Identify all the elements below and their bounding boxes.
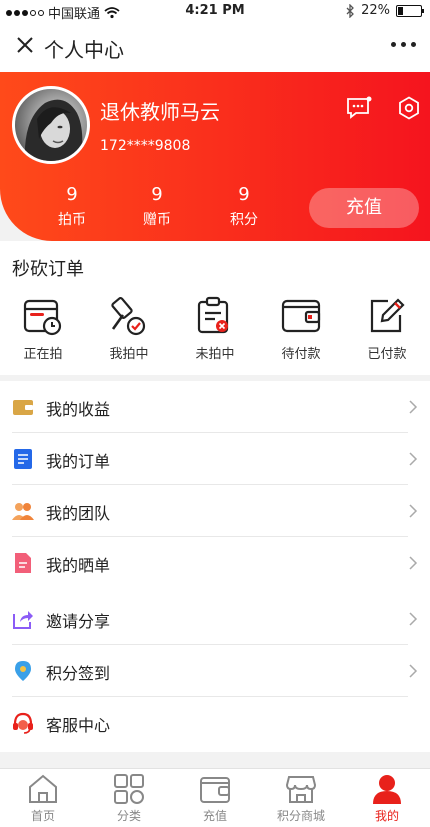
battery-icon: [396, 4, 424, 17]
menu-item-support[interactable]: 客服中心: [0, 697, 430, 752]
stat-label: 赠币: [143, 212, 171, 228]
menu-item-checkin[interactable]: 积分签到: [0, 645, 430, 697]
chevron-right-icon: [409, 504, 418, 518]
stat-value: 9: [151, 184, 163, 205]
menu-item-earnings[interactable]: 我的收益: [0, 381, 430, 433]
menu-label: 我的晒单: [46, 556, 111, 575]
chevron-right-icon: [409, 400, 418, 414]
wallet-icon: [200, 777, 230, 803]
battery-percent: 22%: [361, 3, 390, 18]
menu-item-showcase[interactable]: 我的晒单: [0, 537, 430, 593]
status-bar: 中国联通 4:21 PM 22%: [0, 0, 430, 22]
clipboard-x-icon: [197, 296, 229, 334]
order-label: 我拍中: [109, 347, 149, 362]
chevron-right-icon: [409, 452, 418, 466]
tab-label: 分类: [116, 809, 141, 823]
page-title: 个人中心: [44, 38, 124, 62]
recharge-button[interactable]: 充值: [309, 188, 419, 228]
tab-label: 充值: [202, 809, 227, 823]
order-won[interactable]: 我拍中: [86, 295, 172, 362]
stat-label: 积分: [230, 212, 258, 228]
username: 退休教师马云: [100, 100, 220, 124]
stat-value: 9: [66, 184, 78, 205]
tab-bar: 首页 分类 充值 积分商城 我的: [0, 768, 430, 827]
menu-label: 我的收益: [46, 400, 111, 419]
headset-icon: [13, 712, 33, 734]
tab-points-mall[interactable]: 积分商城: [258, 773, 344, 824]
stat-value: 9: [238, 184, 250, 205]
phone-number: 172****9808: [100, 138, 191, 154]
menu-label: 客服中心: [46, 716, 111, 735]
menu-group-account: 我的收益 我的订单 我的团队 我的晒单: [0, 381, 430, 593]
tab-label: 积分商城: [276, 809, 325, 823]
list-blue-icon: [14, 449, 32, 469]
chevron-right-icon: [409, 612, 418, 626]
tab-category[interactable]: 分类: [86, 773, 172, 824]
document-pink-icon: [15, 553, 31, 573]
chevron-right-icon: [409, 664, 418, 678]
more-icon[interactable]: [391, 42, 416, 47]
order-paid[interactable]: 已付款: [344, 295, 430, 362]
stat-points[interactable]: 9 积分: [209, 184, 279, 229]
tab-label: 我的: [374, 809, 399, 823]
message-icon[interactable]: [346, 96, 372, 120]
order-lost[interactable]: 未拍中: [172, 295, 258, 362]
settings-icon[interactable]: [398, 96, 420, 120]
profile-header: 退休教师马云 172****9808 9 拍币 9 赠币 9 积分 充值: [0, 72, 430, 241]
calendar-clock-icon: [23, 299, 62, 336]
location-pin-icon: [15, 661, 31, 681]
bluetooth-icon: [346, 3, 355, 18]
tab-recharge[interactable]: 充值: [172, 773, 258, 824]
orders-title: 秒砍订单: [12, 259, 84, 280]
menu-label: 我的团队: [46, 504, 111, 523]
wallet-icon: [281, 299, 321, 333]
menu-label: 我的订单: [46, 452, 111, 471]
tab-home[interactable]: 首页: [0, 773, 86, 824]
menu-item-team[interactable]: 我的团队: [0, 485, 430, 537]
store-icon: [285, 776, 317, 803]
gavel-check-icon: [111, 296, 146, 336]
order-unpaid[interactable]: 待付款: [258, 295, 344, 362]
stat-gift-coins[interactable]: 9 赠币: [122, 184, 192, 229]
menu-label: 邀请分享: [46, 612, 111, 631]
orders-section: 秒砍订单 正在拍 我拍中 未拍中 待付款 已付款: [0, 241, 430, 375]
order-label: 已付款: [367, 347, 407, 362]
close-icon[interactable]: [12, 32, 38, 58]
menu-label: 积分签到: [46, 664, 111, 683]
wallet-gold-icon: [13, 400, 33, 415]
menu-item-orders[interactable]: 我的订单: [0, 433, 430, 485]
avatar-portrait: [24, 99, 83, 161]
team-orange-icon: [12, 503, 34, 520]
order-label: 未拍中: [195, 347, 235, 362]
order-label: 正在拍: [23, 347, 63, 362]
home-icon: [29, 774, 57, 803]
menu-item-invite[interactable]: 邀请分享: [0, 593, 430, 645]
stat-label: 拍币: [58, 212, 86, 228]
nav-bar: 个人中心: [0, 22, 430, 72]
tab-mine[interactable]: 我的: [344, 773, 430, 824]
order-bidding[interactable]: 正在拍: [0, 295, 86, 362]
menu-group-service: 邀请分享 积分签到 客服中心: [0, 593, 430, 752]
tab-label: 首页: [30, 809, 55, 823]
person-icon: [373, 775, 401, 804]
grid-icon: [114, 774, 144, 804]
chevron-right-icon: [409, 556, 418, 570]
edit-square-icon: [370, 298, 405, 333]
order-label: 待付款: [281, 347, 321, 362]
stat-bid-coins[interactable]: 9 拍币: [37, 184, 107, 229]
avatar[interactable]: [12, 86, 90, 164]
share-purple-icon: [13, 611, 33, 629]
